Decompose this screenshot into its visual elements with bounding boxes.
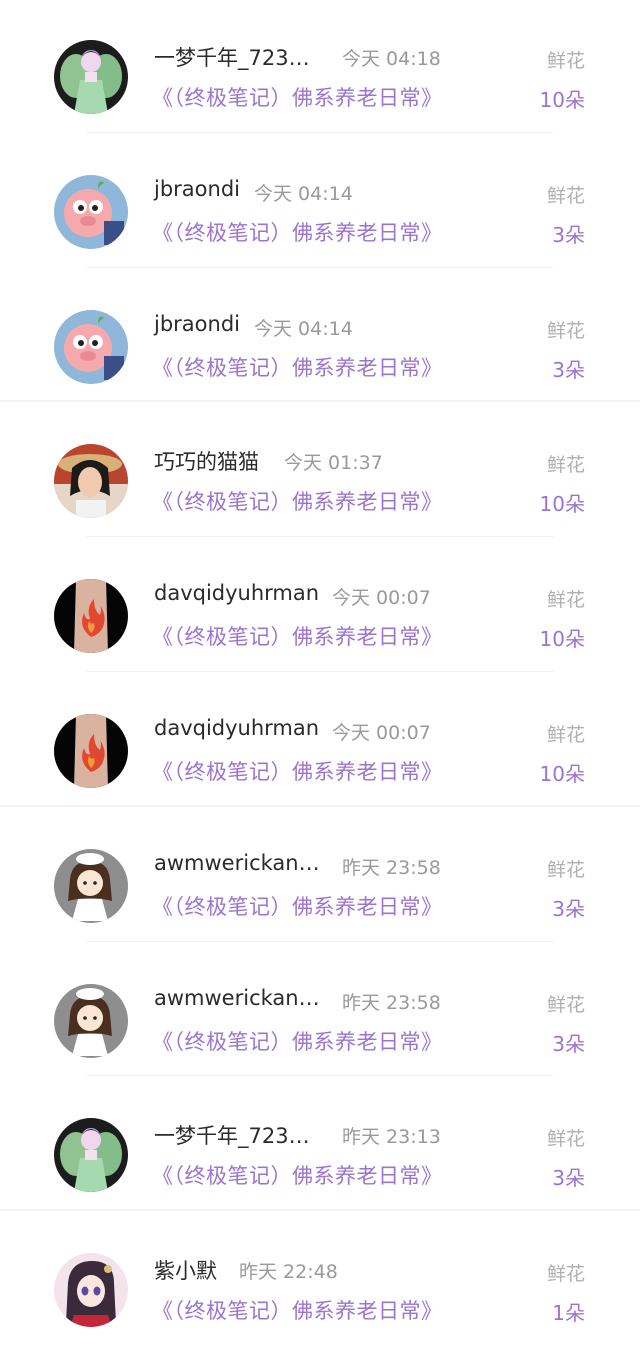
list-item[interactable]: 一梦千年_723… 今天 04:18 《（终极笔记）佛系养老日常》 鲜花 10朵 (0, 0, 640, 135)
book-title-link[interactable]: 《（终极笔记）佛系养老日常》 (152, 1295, 443, 1325)
book-title-link[interactable]: 《（终极笔记）佛系养老日常》 (152, 891, 443, 921)
row-divider (0, 804, 640, 807)
gift-count: 3朵 (552, 222, 585, 247)
list-item[interactable]: awmwerickan… 昨天 23:58 《（终极笔记）佛系养老日常》 鲜花 … (0, 809, 640, 944)
gift-time: 昨天 22:48 (239, 1261, 338, 1284)
user-name[interactable]: jbraondi (154, 312, 240, 336)
gift-count: 10朵 (539, 492, 585, 517)
user-name[interactable]: davqidyuhrman (154, 716, 319, 740)
user-name[interactable]: 一梦千年_723… (154, 42, 310, 72)
list-item[interactable]: 巧巧的猫猫 今天 01:37 《（终极笔记）佛系养老日常》 鲜花 10朵 (0, 404, 640, 539)
fairy-avatar-icon[interactable] (54, 40, 128, 114)
book-title-link[interactable]: 《（终极笔记）佛系养老日常》 (152, 756, 443, 786)
row-divider (0, 1209, 640, 1212)
row-divider (86, 536, 554, 538)
gift-count: 3朵 (552, 1166, 585, 1191)
list-item[interactable]: awmwerickan… 昨天 23:58 《（终极笔记）佛系养老日常》 鲜花 … (0, 944, 640, 1079)
list-item[interactable]: jbraondi 今天 04:14 《（终极笔记）佛系养老日常》 鲜花 3朵 (0, 135, 640, 270)
gift-type-label: 鲜花 (546, 319, 585, 342)
gift-time: 今天 00:07 (332, 587, 431, 610)
book-title-link[interactable]: 《（终极笔记）佛系养老日常》 (152, 352, 443, 382)
user-name[interactable]: 巧巧的猫猫 (154, 446, 259, 476)
cartoon-girl-avatar-icon[interactable] (54, 983, 128, 1058)
gift-count: 10朵 (539, 627, 585, 652)
list-item[interactable]: jbraondi 今天 04:14 《（终极笔记）佛系养老日常》 鲜花 3朵 (0, 270, 640, 405)
cartoon-girl-avatar-icon[interactable] (54, 848, 128, 923)
book-title-link[interactable]: 《（终极笔记）佛系养老日常》 (152, 621, 443, 651)
user-name[interactable]: 一梦千年_723… (154, 1120, 310, 1150)
gift-type-label: 鲜花 (546, 50, 585, 72)
gift-type-label: 鲜花 (546, 858, 585, 881)
book-title-link[interactable]: 《（终极笔记）佛系养老日常》 (152, 486, 443, 516)
row-divider (86, 940, 554, 942)
gift-time: 今天 04:18 (342, 48, 441, 70)
row-divider (0, 400, 640, 403)
gift-type-label: 鲜花 (546, 1263, 585, 1286)
flame-tattoo-avatar-icon[interactable] (54, 579, 128, 654)
gift-time: 今天 04:14 (254, 317, 353, 340)
gift-time: 昨天 23:13 (342, 1126, 441, 1149)
gift-type-label: 鲜花 (546, 589, 585, 612)
gift-time: 今天 01:37 (284, 452, 383, 475)
gift-time: 昨天 23:58 (342, 856, 441, 879)
user-name[interactable]: davqidyuhrman (154, 581, 319, 605)
gift-type-label: 鲜花 (546, 723, 585, 746)
woman-hat-avatar-icon[interactable] (54, 444, 128, 519)
row-divider (86, 266, 554, 268)
book-title-link[interactable]: 《（终极笔记）佛系养老日常》 (152, 82, 443, 112)
gift-type-label: 鲜花 (546, 993, 585, 1016)
anime-girl-avatar-icon[interactable] (54, 1253, 128, 1328)
gift-count: 3朵 (552, 357, 585, 382)
gift-count: 3朵 (552, 896, 585, 921)
cartoon-pig-avatar-icon[interactable] (54, 309, 128, 384)
list-item[interactable]: 紫小默 昨天 22:48 《（终极笔记）佛系养老日常》 鲜花 1朵 (0, 1213, 640, 1348)
book-title-link[interactable]: 《（终极笔记）佛系养老日常》 (152, 217, 443, 247)
gift-count: 3朵 (552, 1031, 585, 1056)
gift-time: 昨天 23:58 (342, 991, 441, 1014)
gift-count: 1朵 (552, 1301, 585, 1326)
user-name[interactable]: awmwerickan… (154, 851, 320, 875)
gift-time: 今天 04:14 (254, 182, 353, 205)
row-divider (86, 131, 554, 133)
list-item[interactable]: davqidyuhrman 今天 00:07 《（终极笔记）佛系养老日常》 鲜花… (0, 674, 640, 809)
gift-time: 今天 00:07 (332, 721, 431, 744)
gift-type-label: 鲜花 (546, 454, 585, 477)
gift-type-label: 鲜花 (546, 1128, 585, 1151)
user-name[interactable]: 紫小默 (154, 1255, 217, 1285)
gift-count: 10朵 (539, 88, 585, 112)
user-name[interactable]: awmwerickan… (154, 986, 320, 1010)
book-title-link[interactable]: 《（终极笔记）佛系养老日常》 (152, 1160, 443, 1190)
list-item[interactable]: davqidyuhrman 今天 00:07 《（终极笔记）佛系养老日常》 鲜花… (0, 539, 640, 674)
row-divider (86, 670, 554, 672)
list-item[interactable]: 一梦千年_723… 昨天 23:13 《（终极笔记）佛系养老日常》 鲜花 3朵 (0, 1078, 640, 1213)
gift-count: 10朵 (539, 761, 585, 786)
cartoon-pig-avatar-icon[interactable] (54, 174, 128, 249)
row-divider (86, 1075, 554, 1077)
user-name[interactable]: jbraondi (154, 177, 240, 201)
gift-type-label: 鲜花 (546, 184, 585, 207)
book-title-link[interactable]: 《（终极笔记）佛系养老日常》 (152, 1026, 443, 1056)
gift-record-list: 一梦千年_723… 今天 04:18 《（终极笔记）佛系养老日常》 鲜花 10朵… (0, 0, 640, 1348)
fairy-avatar-icon[interactable] (54, 1118, 128, 1193)
flame-tattoo-avatar-icon[interactable] (54, 713, 128, 788)
